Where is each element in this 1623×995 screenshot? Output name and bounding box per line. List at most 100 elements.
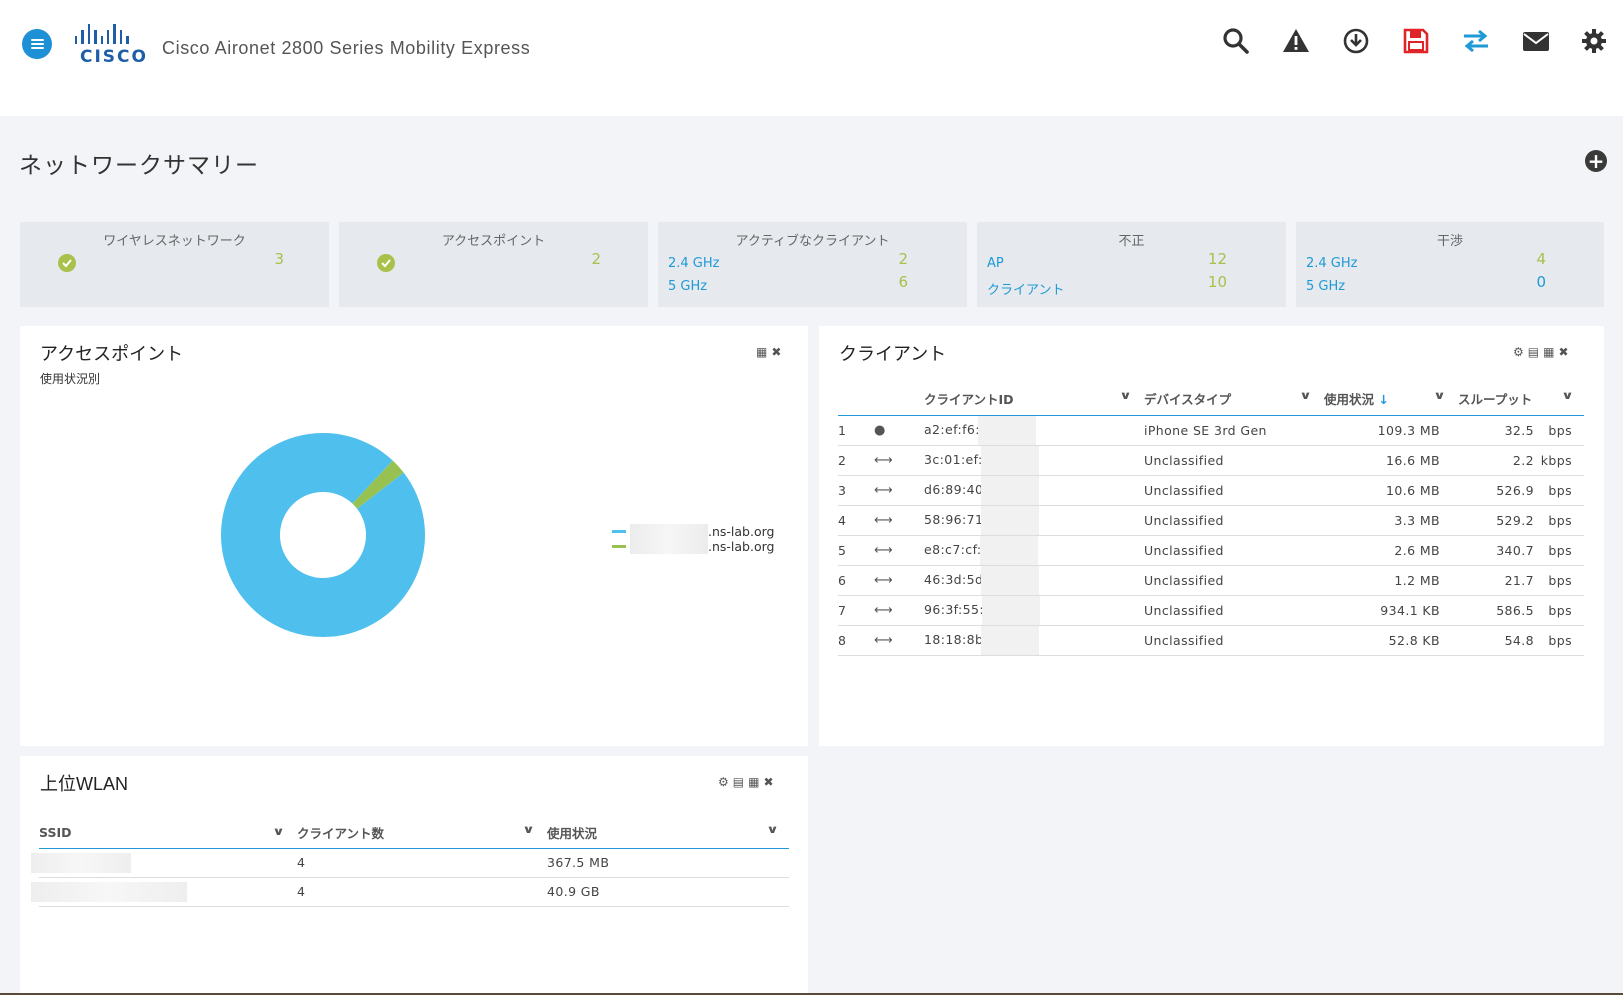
redacted-ssid: [31, 881, 187, 902]
table-row[interactable]: 2 ⟷ 3c:01:ef: Unclassified 16.6 MB 2.2 kbps: [838, 445, 1584, 476]
legend-item[interactable]: .ns-lab.org: [612, 524, 774, 539]
gear-icon[interactable]: ⚙: [718, 776, 729, 788]
client-id-cell[interactable]: 58:96:71: [924, 505, 1136, 536]
access-point-panel: アクセスポイント 使用状況別 ▦ ✖ .ns-lab.org .ns-lab.o…: [20, 326, 808, 746]
device-type-icon: ●: [874, 415, 924, 446]
cisco-logo-text: CISCO: [80, 47, 148, 67]
client-id: 46:3d:5d: [924, 571, 984, 587]
col-ssid[interactable]: SSID ∨: [39, 818, 289, 849]
tile-value: 0: [1536, 273, 1546, 291]
tile-label-5ghz[interactable]: 5 GHz: [668, 279, 707, 294]
tile-label-24ghz[interactable]: 2.4 GHz: [668, 256, 719, 271]
tile-wireless-networks[interactable]: ワイヤレスネットワーク 3: [20, 222, 329, 307]
table-row[interactable]: 7 ⟷ 96:3f:55: Unclassified 934.1 KB 586.5 bps: [838, 595, 1584, 626]
chevron-down-icon[interactable]: ∨: [1299, 389, 1312, 402]
top-wlan-panel: 上位WLAN ⚙ ▤ ▦ ✖ SSID ∨ クライアント数 ∨ 使用状況 ∨ 4 36…: [20, 756, 808, 995]
redacted-mac: [981, 475, 1040, 505]
wlan-table: SSID ∨ クライアント数 ∨ 使用状況 ∨ 4 367.5 MB 4 40.9 G…: [31, 818, 789, 907]
chevron-down-icon[interactable]: ∨: [522, 823, 535, 836]
device-type-icon: ⟷: [874, 565, 924, 596]
legend-label: .ns-lab.org: [708, 524, 775, 539]
client-id-cell[interactable]: 96:3f:55:: [924, 595, 1136, 626]
hamburger-menu-button[interactable]: [22, 29, 52, 59]
table-row[interactable]: 4 ⟷ 58:96:71 Unclassified 3.3 MB 529.2 bps: [838, 505, 1584, 536]
ssid-cell: [31, 848, 289, 878]
redacted-mac: [981, 565, 1040, 595]
table-row[interactable]: 8 ⟷ 18:18:8b Unclassified 52.8 KB 54.8 bps: [838, 625, 1584, 656]
client-id-cell[interactable]: a2:ef:f6:: [924, 415, 1136, 446]
tile-label-ap[interactable]: AP: [987, 256, 1004, 271]
tile-rogue[interactable]: 不正 AP 12 クライアント 10: [977, 222, 1286, 307]
save-icon[interactable]: ▦: [748, 776, 759, 788]
col-usage[interactable]: 使用状況 ↓ ∨: [1316, 383, 1450, 416]
close-icon[interactable]: ✖: [763, 776, 773, 788]
legend-item[interactable]: .ns-lab.org: [612, 539, 774, 554]
row-index: 3: [838, 475, 874, 506]
panel-title: クライアント: [839, 344, 947, 364]
chevron-down-icon[interactable]: ∨: [272, 825, 285, 838]
chart-icon[interactable]: ▤: [1528, 346, 1539, 358]
transfer-icon[interactable]: [1461, 26, 1491, 56]
tile-title: アクティブなクライアント: [735, 234, 890, 249]
tile-label-client[interactable]: クライアント: [987, 279, 1064, 298]
search-icon[interactable]: [1221, 26, 1251, 56]
client-id-cell[interactable]: 3c:01:ef:: [924, 445, 1136, 476]
table-row[interactable]: 1 ● a2:ef:f6: iPhone SE 3rd Gen 109.3 MB 32.5…: [838, 415, 1584, 446]
col-device-type[interactable]: デバイスタイプ ∨: [1136, 383, 1316, 416]
table-row[interactable]: 6 ⟷ 46:3d:5d Unclassified 1.2 MB 21.7 bps: [838, 565, 1584, 596]
chevron-down-icon[interactable]: ∨: [766, 823, 779, 836]
col-client-count[interactable]: クライアント数 ∨: [289, 818, 539, 849]
usage-cell: 934.1 KB: [1316, 595, 1450, 626]
tile-value: 10: [1207, 273, 1227, 291]
row-index: 1: [838, 415, 874, 446]
tile-label-24ghz[interactable]: 2.4 GHz: [1306, 256, 1357, 271]
table-row[interactable]: 4 40.9 GB: [31, 877, 789, 907]
save-icon[interactable]: [1401, 26, 1431, 56]
add-widget-button[interactable]: +: [1585, 150, 1607, 172]
mail-icon[interactable]: [1521, 26, 1551, 56]
tile-value: 2: [898, 250, 908, 268]
throughput-unit: bps: [1548, 602, 1572, 618]
sort-desc-icon[interactable]: ↓: [1378, 392, 1388, 407]
tile-label-5ghz[interactable]: 5 GHz: [1306, 279, 1345, 294]
table-row[interactable]: 4 367.5 MB: [31, 848, 789, 878]
col-label: スループット: [1458, 392, 1533, 408]
table-row[interactable]: 3 ⟷ d6:89:40 Unclassified 10.6 MB 526.9 bps: [838, 475, 1584, 506]
col-throughput[interactable]: スループット ∨: [1450, 383, 1584, 416]
table-row[interactable]: 5 ⟷ e8:c7:cf: Unclassified 2.6 MB 340.7 bps: [838, 535, 1584, 566]
client-id-cell[interactable]: 18:18:8b: [924, 625, 1136, 656]
close-icon[interactable]: ✖: [1558, 346, 1568, 358]
throughput-value: 2.2: [1512, 452, 1534, 468]
page-title: ネットワークサマリー: [19, 152, 259, 178]
client-id-cell[interactable]: e8:c7:cf:: [924, 535, 1136, 566]
gear-icon[interactable]: [1579, 26, 1609, 56]
table-view-icon[interactable]: ▦: [756, 346, 767, 358]
save-icon[interactable]: ▦: [1543, 346, 1554, 358]
tile-access-points[interactable]: アクセスポイント 2: [339, 222, 648, 307]
tile-active-clients[interactable]: アクティブなクライアント 2.4 GHz 2 5 GHz 6: [658, 222, 967, 307]
gear-icon[interactable]: ⚙: [1513, 346, 1524, 358]
download-icon[interactable]: [1341, 26, 1371, 56]
device-type-cell: Unclassified: [1136, 565, 1316, 596]
throughput-unit: bps: [1548, 512, 1572, 528]
col-label: SSID: [39, 825, 72, 841]
link-icon: ⟷: [874, 483, 894, 498]
redacted-mac: [981, 625, 1040, 655]
chart-icon[interactable]: ▤: [733, 776, 744, 788]
close-icon[interactable]: ✖: [771, 346, 781, 358]
col-client-id[interactable]: クライアントID ∨: [924, 383, 1136, 416]
link-icon: ⟷: [874, 513, 894, 528]
throughput-value: 526.9: [1496, 482, 1534, 498]
chevron-down-icon[interactable]: ∨: [1433, 389, 1446, 402]
col-label: 使用状況: [1324, 392, 1375, 408]
device-type-cell: Unclassified: [1136, 445, 1316, 476]
redacted-mac: [980, 445, 1039, 475]
col-usage[interactable]: 使用状況 ∨: [539, 818, 789, 849]
warning-icon[interactable]: [1281, 26, 1311, 56]
throughput-cell: 526.9 bps: [1450, 475, 1584, 506]
client-id-cell[interactable]: 46:3d:5d: [924, 565, 1136, 596]
client-id-cell[interactable]: d6:89:40: [924, 475, 1136, 506]
tile-interference[interactable]: 干渉 2.4 GHz 4 5 GHz 0: [1296, 222, 1604, 307]
chevron-down-icon[interactable]: ∨: [1561, 389, 1574, 402]
chevron-down-icon[interactable]: ∨: [1119, 389, 1132, 402]
